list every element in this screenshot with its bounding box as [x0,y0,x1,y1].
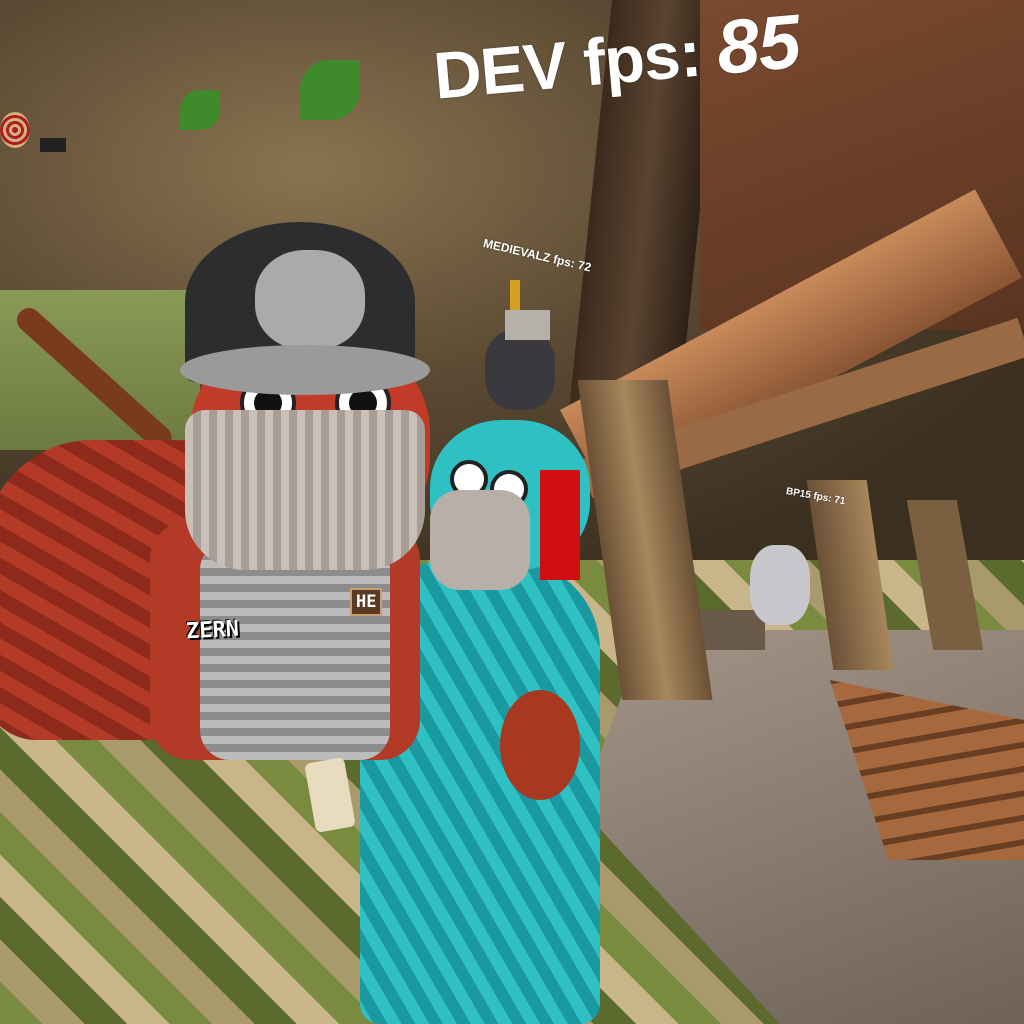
player-medievalz[interactable] [485,330,555,410]
paddle-cosmetic [500,690,580,800]
cap-brim [180,345,430,395]
target-icon [0,112,30,148]
patch-badge: HE [350,588,383,616]
player-bp15[interactable] [750,545,810,625]
sign-icon [40,138,66,152]
player-hat [505,310,550,340]
dev-fps-value: 85 [713,0,804,91]
face-mask [185,410,425,570]
face-mask [430,490,530,590]
red-ear-cosmetic [540,470,580,580]
gorilla-logo-icon [255,250,365,350]
leaves [300,60,360,120]
leaves [180,90,220,130]
gorilla-chest [200,540,390,760]
name-badge: ZERN [185,616,240,645]
